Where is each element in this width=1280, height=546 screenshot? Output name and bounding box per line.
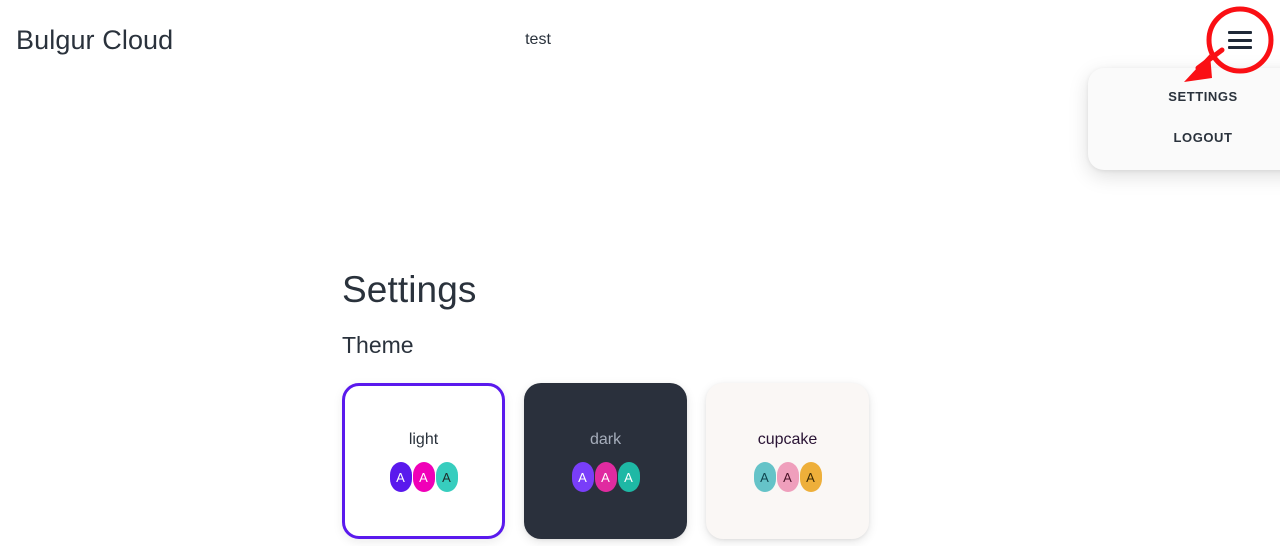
app-brand-title[interactable]: Bulgur Cloud bbox=[16, 24, 173, 56]
theme-card-light[interactable]: light A A A bbox=[342, 383, 505, 539]
current-username: test bbox=[525, 31, 551, 48]
hamburger-menu-button[interactable] bbox=[1216, 16, 1264, 64]
theme-card-dark[interactable]: dark A A A bbox=[524, 383, 687, 539]
app-root: Bulgur Cloud test SETTINGS LOGOUT Settin… bbox=[0, 0, 1280, 546]
theme-color-swatches: AAA bbox=[571, 462, 640, 492]
hamburger-menu-icon bbox=[1228, 31, 1252, 49]
theme-color-swatches: AAA bbox=[389, 462, 458, 492]
color-swatch: A bbox=[753, 462, 776, 492]
navbar-center: test bbox=[0, 30, 1280, 50]
main-content: Settings Theme light A A Adark A A Acupcake A A A bbox=[0, 80, 1280, 546]
page-title: Settings bbox=[342, 269, 477, 310]
color-swatch: A bbox=[799, 462, 822, 492]
color-swatch: A bbox=[617, 462, 640, 492]
color-swatch: A bbox=[571, 462, 594, 492]
theme-card-label: dark bbox=[589, 431, 622, 448]
theme-section-title: Theme bbox=[342, 332, 414, 358]
top-navbar: Bulgur Cloud test bbox=[0, 0, 1280, 80]
color-swatch: A bbox=[776, 462, 799, 492]
theme-card-label: cupcake bbox=[757, 431, 818, 448]
color-swatch: A bbox=[435, 462, 458, 492]
theme-color-swatches: AAA bbox=[753, 462, 822, 492]
theme-card-list: light A A Adark A A Acupcake A A A bbox=[342, 383, 869, 539]
theme-card-label: light bbox=[408, 431, 439, 448]
color-swatch: A bbox=[389, 462, 412, 492]
color-swatch: A bbox=[412, 462, 435, 492]
theme-card-cupcake[interactable]: cupcake A A A bbox=[706, 383, 869, 539]
color-swatch: A bbox=[594, 462, 617, 492]
